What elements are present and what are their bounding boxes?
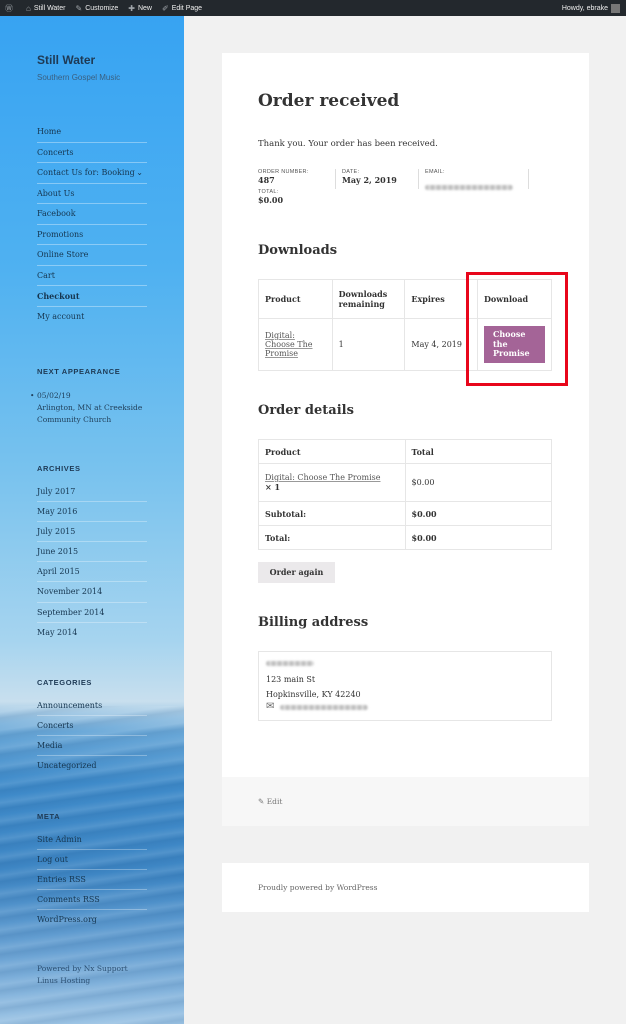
table-header-row: Product Total	[258, 439, 553, 464]
menu-item-promotions[interactable]: Promotions	[37, 225, 147, 245]
redacted-billing-email	[280, 704, 369, 710]
archive-link[interactable]: May 2016	[37, 502, 147, 523]
archive-link[interactable]: May 2014	[37, 623, 147, 643]
categories-list: Announcements Concerts Media Uncategoriz…	[37, 696, 147, 776]
site-description: Southern Gospel Music	[37, 73, 121, 82]
bullet-icon: •	[30, 391, 35, 400]
category-link[interactable]: Concerts	[37, 716, 147, 737]
category-link[interactable]: Announcements	[37, 696, 147, 717]
order-item-total: $0.00	[404, 463, 553, 502]
menu-item-checkout[interactable]: Checkout	[37, 286, 147, 307]
edit-link[interactable]: ✎ Edit	[258, 797, 282, 806]
menu-item-concerts[interactable]: Concerts	[37, 143, 147, 163]
new-content-link[interactable]: ✚ New	[123, 0, 157, 16]
main-menu: Home Concerts Contact Us for: Booking ⌄ A…	[37, 122, 147, 327]
menu-item-home[interactable]: Home	[37, 122, 147, 143]
meta-link[interactable]: WordPress.org	[37, 910, 147, 930]
next-appearance-title: NEXT APPEARANCE	[37, 367, 121, 376]
archive-link[interactable]: July 2017	[37, 482, 147, 503]
order-total: $0.00	[258, 195, 284, 205]
powered-by-credit: Powered by Nx Support Linus Hosting	[37, 964, 128, 985]
meta-link[interactable]: Site Admin	[37, 830, 147, 851]
pencil-icon: ✎	[258, 797, 265, 806]
meta-link[interactable]: Comments RSS	[37, 890, 147, 911]
chevron-down-icon[interactable]: ⌄	[136, 163, 147, 183]
order-card: Order received Thank you. Your order has…	[222, 53, 589, 826]
order-number-field: ORDER NUMBER: 487	[258, 169, 309, 185]
archives-list: July 2017 May 2016 July 2015 June 2015 A…	[37, 482, 147, 643]
order-date: May 2, 2019	[342, 175, 397, 185]
redacted-name	[266, 661, 314, 666]
billing-address-heading: Billing address	[258, 615, 369, 630]
wordpress-icon: Ⓦ	[5, 3, 13, 13]
redacted-email	[425, 185, 513, 190]
divider	[418, 169, 419, 189]
highlight-box	[466, 272, 568, 386]
site-footer: Proudly powered by WordPress	[222, 863, 589, 912]
appearance-location-2: Community Church	[37, 415, 112, 424]
admin-bar: Ⓦ ⌂ Still Water ✎ Customize ✚ New ✐ Edit Pag…	[0, 0, 626, 16]
envelope-icon: ✉	[266, 701, 275, 712]
archive-link[interactable]: July 2015	[37, 522, 147, 543]
menu-item-online-store[interactable]: Online Store	[37, 245, 147, 266]
site-title[interactable]: Still Water	[37, 53, 95, 67]
footer-credit[interactable]: Proudly powered by WordPress	[258, 883, 377, 892]
order-again-button[interactable]: Order again	[258, 562, 335, 583]
billing-street: 123 main St	[266, 675, 316, 684]
meta-list: Site Admin Log out Entries RSS Comments …	[37, 830, 147, 930]
meta-link[interactable]: Log out	[37, 850, 147, 871]
avatar	[611, 3, 620, 13]
menu-item-cart[interactable]: Cart	[37, 266, 147, 286]
category-link[interactable]: Media	[37, 736, 147, 757]
billing-address-box: 123 main St Hopkinsville, KY 42240 ✉	[258, 651, 552, 721]
meta-title: META	[37, 812, 61, 821]
archive-link[interactable]: November 2014	[37, 582, 147, 603]
order-number: 487	[258, 175, 275, 185]
order-details-heading: Order details	[258, 403, 354, 418]
meta-link[interactable]: Entries RSS	[37, 870, 147, 891]
customize-link[interactable]: ✎ Customize	[70, 0, 123, 16]
downloads-remaining: 1	[331, 318, 406, 371]
edit-page-link[interactable]: ✐ Edit Page	[157, 0, 207, 16]
thank-you-message: Thank you. Your order has been received.	[258, 139, 438, 149]
pencil-icon: ✐	[161, 3, 169, 13]
total-row: Total: $0.00	[258, 525, 553, 550]
order-date-field: DATE: May 2, 2019	[342, 169, 397, 185]
order-overview: ORDER NUMBER: 487 TOTAL: $0.00 DATE: May…	[258, 169, 533, 209]
download-product-link[interactable]: Digital: Choose The Promise	[258, 318, 333, 371]
appearance-location-1: Arlington, MN at Creekside	[37, 403, 143, 412]
downloads-heading: Downloads	[258, 243, 338, 258]
subtotal-row: Subtotal: $0.00	[258, 501, 553, 526]
account-menu[interactable]: Howdy, ebrake	[557, 0, 626, 16]
dashboard-icon: ⌂	[26, 3, 31, 13]
category-link[interactable]: Uncategorized	[37, 756, 147, 776]
plus-icon: ✚	[128, 3, 135, 13]
order-item-link[interactable]: Digital: Choose The Promise	[265, 473, 399, 482]
menu-item-facebook[interactable]: Facebook	[37, 204, 147, 225]
divider	[335, 169, 336, 189]
menu-item-about[interactable]: About Us	[37, 184, 147, 204]
brush-icon: ✎	[75, 3, 83, 13]
next-appearance-event: • 05/02/19 Arlington, MN at Creekside Co…	[30, 390, 170, 426]
page-title: Order received	[258, 91, 400, 111]
order-item-qty: × 1	[265, 482, 281, 492]
menu-item-my-account[interactable]: My account	[37, 307, 147, 328]
archive-link[interactable]: June 2015	[37, 542, 147, 563]
billing-city: Hopkinsville, KY 42240	[266, 690, 361, 699]
archive-link[interactable]: April 2015	[37, 562, 147, 583]
appearance-date: 05/02/19	[37, 391, 71, 400]
order-details-table: Product Total Digital: Choose The Promis…	[258, 439, 553, 550]
archives-title: ARCHIVES	[37, 464, 81, 473]
archive-link[interactable]: September 2014	[37, 603, 147, 623]
categories-title: CATEGORIES	[37, 678, 93, 687]
menu-item-contact[interactable]: Contact Us for: Booking ⌄	[37, 163, 147, 184]
order-email-field: EMAIL:	[425, 169, 513, 190]
site-name-link[interactable]: ⌂ Still Water	[21, 0, 70, 16]
order-total-field: TOTAL: $0.00	[258, 189, 284, 205]
table-row: Digital: Choose The Promise × 1 $0.00	[258, 463, 553, 502]
sidebar: Still Water Southern Gospel Music Home C…	[0, 16, 184, 1024]
wordpress-logo-button[interactable]: Ⓦ	[0, 0, 21, 16]
divider	[528, 169, 529, 189]
